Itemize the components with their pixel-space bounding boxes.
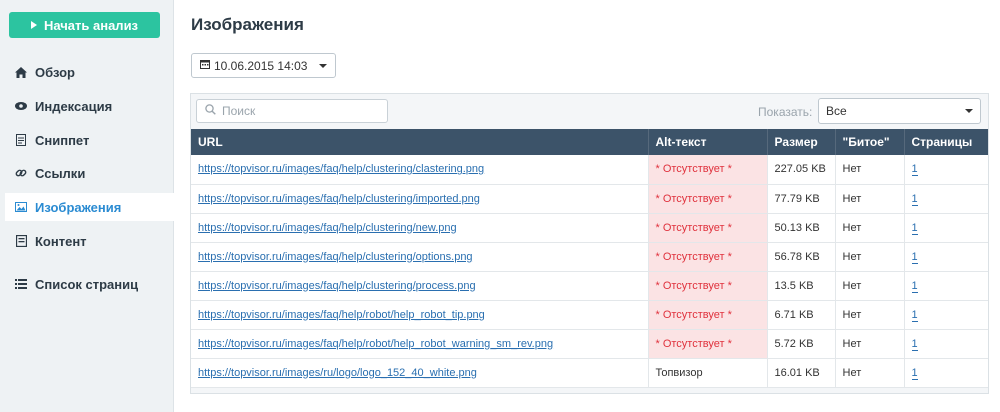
pages-link[interactable]: 1 [911,163,918,177]
search-box[interactable] [196,99,388,123]
sidebar-item-label: Индексация [35,98,113,114]
page-title: Изображения [191,15,304,34]
sidebar-item-overview[interactable]: Обзор [5,58,174,86]
image-url-link[interactable]: https://topvisor.ru/images/faq/help/clus… [198,193,480,205]
broken-cell: Нет [834,358,904,388]
alt-text-cell: * Отсутствует * [647,242,767,272]
alt-text-cell: * Отсутствует * [647,155,767,185]
image-icon [15,201,27,213]
broken-cell: Нет [834,184,904,214]
show-filter-select[interactable]: Все [818,98,981,124]
alt-text-cell: * Отсутствует * [647,300,767,330]
alt-text-cell: * Отсутствует * [647,213,767,243]
size-cell: 56.78 KB [766,242,835,272]
pages-link[interactable]: 1 [911,337,918,351]
alt-text-cell: * Отсутствует * [647,329,767,359]
table-row: https://topvisor.ru/images/faq/help/clus… [191,213,988,243]
sidebar-item-content[interactable]: Контент [5,227,174,255]
alt-text-cell: * Отсутствует * [647,184,767,214]
link-icon [15,167,27,179]
date-value: 10.06.2015 14:03 [214,58,308,73]
search-input[interactable] [222,104,372,118]
broken-cell: Нет [834,242,904,272]
show-label: Показать: [758,105,813,119]
size-cell: 77.79 KB [766,184,835,214]
image-url-link[interactable]: https://topvisor.ru/images/faq/help/clus… [198,280,476,292]
content-icon [15,235,27,247]
date-select[interactable]: 10.06.2015 14:03 [191,53,336,78]
sidebar-item-label: Сниппет [35,132,90,148]
image-url-link[interactable]: https://topvisor.ru/images/faq/help/robo… [198,309,485,321]
show-filter-value: Все [826,104,847,118]
broken-cell: Нет [834,300,904,330]
table-header-row: URL Alt-текст Размер "Битое" Страницы [191,129,988,155]
table-row: https://topvisor.ru/images/faq/help/robo… [191,300,988,330]
document-icon [15,134,27,146]
chevron-down-icon [965,109,973,113]
sidebar-item-label: Ссылки [35,165,86,181]
sidebar-item-indexing[interactable]: Индексация [5,92,174,120]
start-analysis-label: Начать анализ [43,17,139,33]
eye-icon [15,100,27,112]
start-analysis-button[interactable]: Начать анализ [9,12,160,38]
size-cell: 227.05 KB [766,155,835,185]
image-url-link[interactable]: https://topvisor.ru/images/faq/help/robo… [198,338,553,350]
sidebar-item-images[interactable]: Изображения [5,193,174,221]
broken-cell: Нет [834,329,904,359]
home-icon [15,66,27,78]
chevron-down-icon [319,63,327,68]
table-row: https://topvisor.ru/images/faq/help/clus… [191,155,988,185]
play-icon [30,21,37,29]
pages-link[interactable]: 1 [911,366,918,380]
images-panel: Показать: Все URL Alt-текст Размер "Бито… [190,93,989,394]
size-cell: 16.01 KB [766,358,835,388]
pages-link[interactable]: 1 [911,308,918,322]
sidebar-item-links[interactable]: Ссылки [5,159,174,187]
pages-link[interactable]: 1 [911,250,918,264]
size-cell: 6.71 KB [766,300,835,330]
table-row: https://topvisor.ru/images/faq/help/clus… [191,184,988,214]
sidebar-item-snippet[interactable]: Сниппет [5,126,174,154]
broken-cell: Нет [834,155,904,185]
sidebar-item-label: Изображения [35,199,122,215]
size-cell: 50.13 KB [766,213,835,243]
image-url-link[interactable]: https://topvisor.ru/images/faq/help/clus… [198,251,473,263]
broken-cell: Нет [834,213,904,243]
column-header-alt[interactable]: Alt-текст [647,129,767,155]
image-url-link[interactable]: https://topvisor.ru/images/faq/help/clus… [198,222,457,234]
column-header-pages[interactable]: Страницы [903,129,988,155]
main-content: Изображения 10.06.2015 14:03 Показать: В… [175,0,1000,412]
pages-link[interactable]: 1 [911,221,918,235]
sidebar: Начать анализ Обзор Индексация Сниппет С… [0,0,174,412]
table-row: https://topvisor.ru/images/faq/help/robo… [191,329,988,359]
column-header-broken[interactable]: "Битое" [834,129,904,155]
sidebar-item-page-list[interactable]: Список страниц [5,270,174,298]
images-table: URL Alt-текст Размер "Битое" Страницы ht… [191,129,988,388]
alt-text-cell: * Отсутствует * [647,271,767,301]
list-icon [15,278,27,290]
calendar-icon [200,59,210,72]
image-url-link[interactable]: https://topvisor.ru/images/ru/logo/logo_… [198,367,477,379]
alt-text-cell: Топвизор [647,358,767,388]
sidebar-item-label: Контент [35,233,87,249]
search-icon [205,102,216,120]
column-header-size[interactable]: Размер [766,129,835,155]
size-cell: 5.72 KB [766,329,835,359]
table-row: https://topvisor.ru/images/faq/help/clus… [191,242,988,272]
pages-link[interactable]: 1 [911,192,918,206]
column-header-url[interactable]: URL [191,129,648,155]
pages-link[interactable]: 1 [911,279,918,293]
sidebar-item-label: Обзор [35,64,75,80]
image-url-link[interactable]: https://topvisor.ru/images/faq/help/clus… [198,163,484,175]
size-cell: 13.5 KB [766,271,835,301]
sidebar-item-label: Список страниц [35,276,139,292]
table-row: https://topvisor.ru/images/faq/help/clus… [191,271,988,301]
table-row: https://topvisor.ru/images/ru/logo/logo_… [191,358,988,388]
broken-cell: Нет [834,271,904,301]
